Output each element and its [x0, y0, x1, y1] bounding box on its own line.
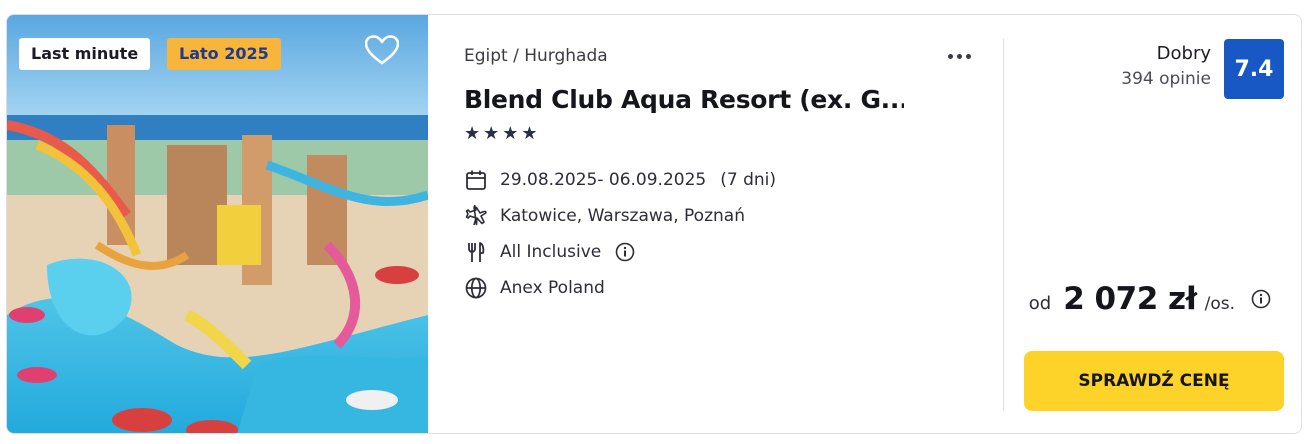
dates-row: 29.08.2025- 06.09.2025 (7 dni)	[464, 168, 776, 192]
price-prefix: od	[1028, 293, 1052, 314]
plane-icon	[464, 204, 488, 228]
departure-cities: Katowice, Warszawa, Poznań	[500, 206, 745, 226]
more-options-button[interactable]	[939, 45, 979, 67]
last-minute-badge: Last minute	[19, 38, 151, 70]
rating-summary: Dobry 394 opinie	[1121, 43, 1211, 89]
more-dots-icon	[947, 53, 953, 59]
star-icon: ★	[483, 123, 500, 144]
rating-label: Dobry	[1156, 43, 1211, 64]
heart-outline-icon	[365, 35, 399, 65]
cutlery-icon	[464, 240, 488, 264]
tour-operator: Anex Poland	[500, 278, 605, 298]
price-suffix: /os.	[1204, 294, 1235, 314]
season-badge: Lato 2025	[167, 38, 281, 70]
trip-duration: (7 dni)	[720, 170, 776, 190]
board-row: All Inclusive	[464, 240, 635, 264]
destination[interactable]: Egipt / Hurghada	[464, 46, 608, 66]
reviews-count[interactable]: 394 opinie	[1121, 69, 1211, 89]
board-info-icon[interactable]	[615, 242, 635, 262]
hotel-stars: ★ ★ ★ ★	[464, 125, 538, 143]
vertical-divider	[1003, 39, 1004, 411]
star-icon: ★	[521, 123, 538, 144]
star-icon: ★	[464, 123, 481, 144]
operator-row: Anex Poland	[464, 276, 605, 300]
hotel-photo[interactable]: Last minute Lato 2025	[7, 15, 428, 433]
offer-card[interactable]: Last minute Lato 2025 Egipt / Hurghada B…	[6, 14, 1302, 434]
globe-icon	[464, 276, 488, 300]
price-info-icon[interactable]	[1251, 289, 1271, 309]
hotel-name[interactable]: Blend Club Aqua Resort (ex. G...	[464, 85, 904, 114]
favorite-button[interactable]	[365, 35, 405, 75]
price-amount: 2 072 zł	[1063, 281, 1197, 317]
price-block: od 2 072 zł /os.	[1029, 281, 1271, 317]
check-price-button[interactable]: SPRAWDŹ CENĘ	[1024, 351, 1284, 411]
aquapark-illustration	[7, 15, 428, 433]
offer-info: Egipt / Hurghada Blend Club Aqua Resort …	[464, 15, 1004, 433]
board-type: All Inclusive	[500, 242, 602, 262]
departures-row: Katowice, Warszawa, Poznań	[464, 204, 745, 228]
travel-dates: 29.08.2025- 06.09.2025	[500, 170, 707, 190]
star-icon: ★	[502, 123, 519, 144]
rating-score: 7.4	[1224, 39, 1284, 99]
calendar-icon	[464, 168, 488, 192]
